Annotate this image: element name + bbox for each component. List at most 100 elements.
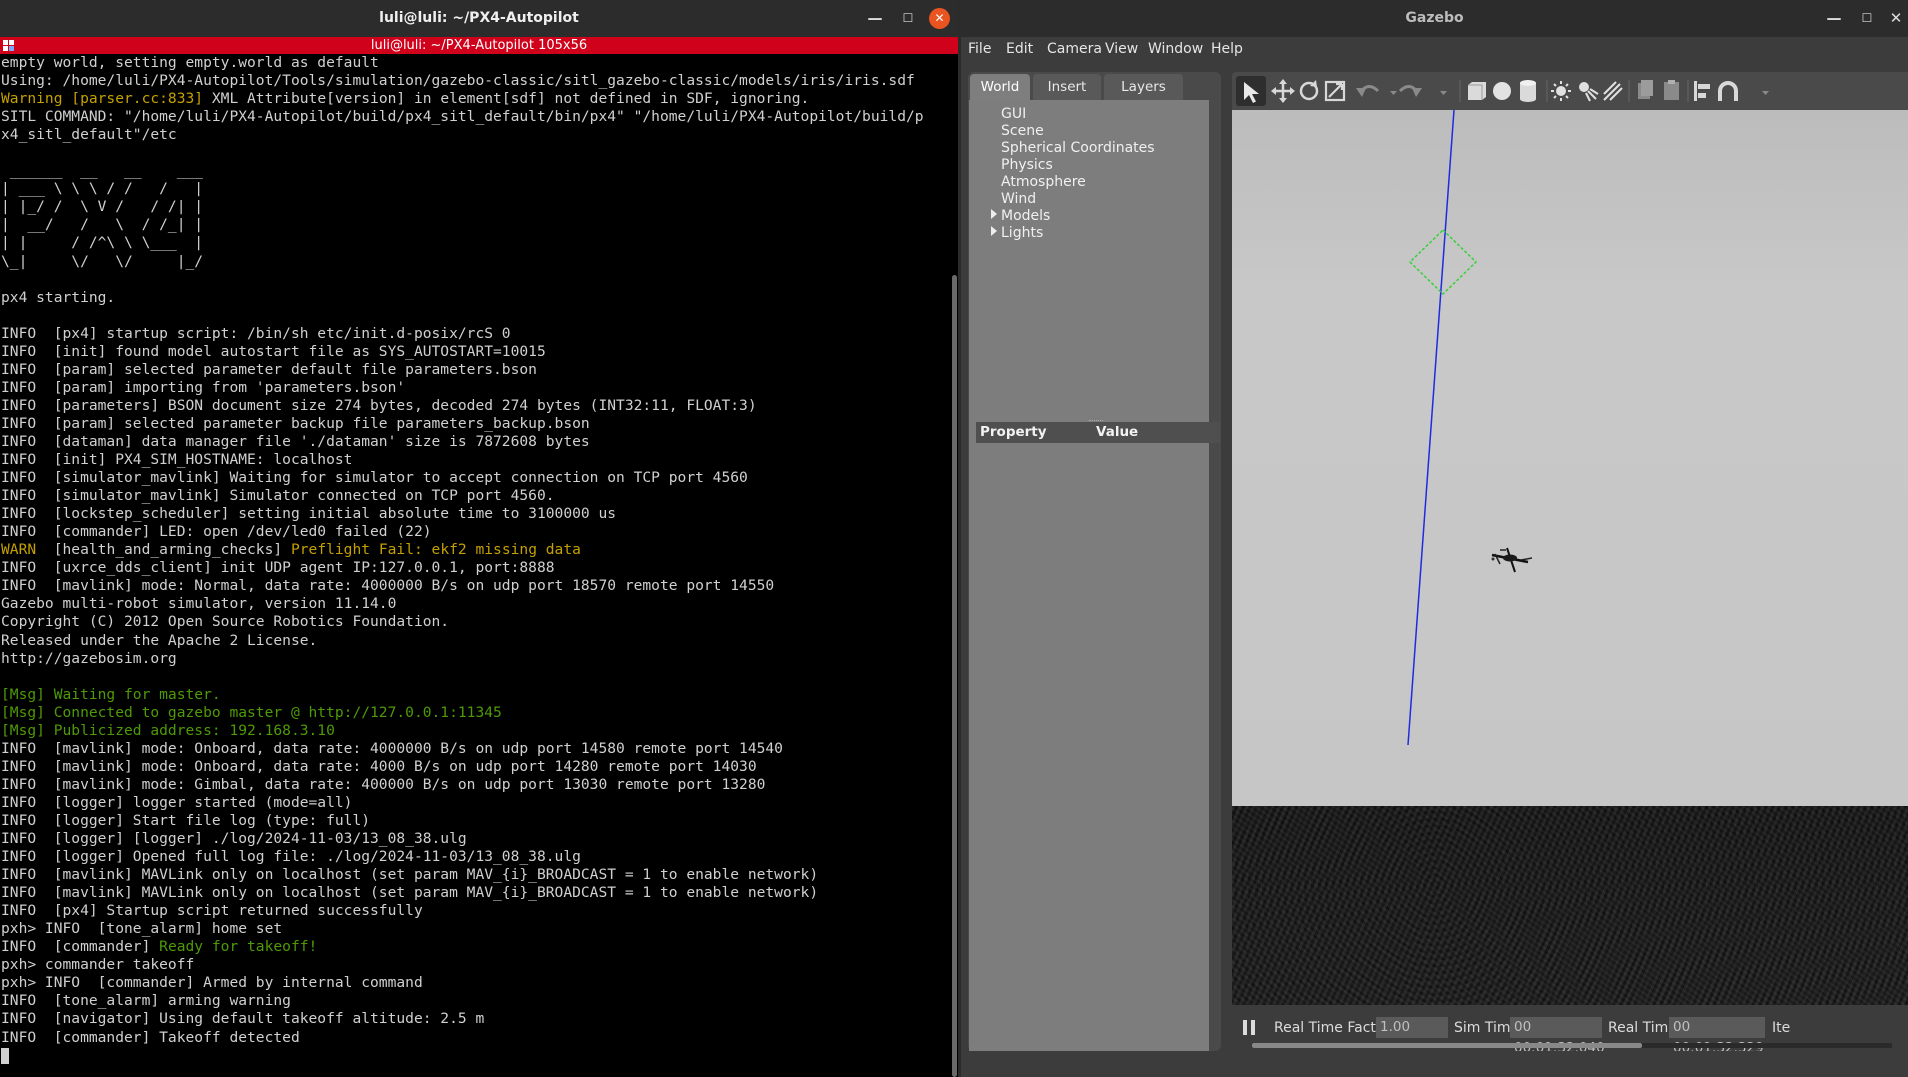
pause-icon[interactable] (1243, 1020, 1257, 1035)
log-text: INFO [mavlink] mode: Onboard, data rate:… (1, 757, 757, 775)
log-text: INFO [logger] logger started (mode=all) (1, 793, 353, 811)
terminal-titlebar[interactable]: luli@luli: ~/PX4-Autopilot — ☐ ✕ (0, 0, 958, 37)
terminal-line: INFO [commander] Ready for takeoff! (1, 938, 945, 956)
log-text: px4 starting. (1, 288, 116, 306)
menu-bar: File Edit Camera View Window Help (961, 37, 1908, 63)
tree-item-atmosphere[interactable]: Atmosphere (1001, 174, 1086, 191)
tree-item-wind[interactable]: Wind (1001, 191, 1036, 208)
tree-item-physics[interactable]: Physics (1001, 157, 1053, 174)
terminal-output[interactable]: empty world, setting empty.world as defa… (1, 54, 945, 1077)
terminal-line: [Msg] Connected to gazebo master @ http:… (1, 704, 945, 722)
menu-file[interactable]: File (968, 41, 991, 57)
gazebo-message: [Msg] Publicized address: 192.168.3.10 (1, 721, 335, 739)
minimize-icon[interactable]: — (862, 0, 888, 37)
terminal-line: Using: /home/luli/PX4-Autopilot/Tools/si… (1, 72, 945, 90)
log-text: INFO [init] PX4_SIM_HOSTNAME: localhost (1, 451, 353, 469)
time-status-bar: Real Time Factor: 1.00 Sim Time: 00 00:0… (1232, 1005, 1908, 1056)
gazebo-message: [Msg] Waiting for master. (1, 685, 221, 703)
log-text: INFO [mavlink] MAVLink only on localhost… (1, 866, 819, 884)
terminal-line: INFO [parameters] BSON document size 274… (1, 397, 945, 415)
scene-viewport[interactable] (1232, 110, 1908, 1005)
box-icon[interactable] (1468, 82, 1486, 100)
terminal-line: pxh> INFO [commander] Armed by internal … (1, 974, 945, 992)
align-icon[interactable] (1694, 81, 1710, 101)
redo-icon[interactable] (1398, 85, 1422, 97)
undo-icon[interactable] (1356, 85, 1380, 97)
minimize-icon[interactable]: — (1821, 0, 1847, 37)
terminal-line: pxh> INFO [tone_alarm] home set (1, 920, 945, 938)
spot-light-icon[interactable] (1579, 82, 1599, 102)
log-text: Copyright (C) 2012 Open Source Robotics … (1, 613, 450, 631)
rotate-icon[interactable] (1299, 80, 1319, 101)
tab-layers[interactable]: Layers (1104, 74, 1183, 100)
terminal-tab-bar[interactable]: luli@luli: ~/PX4-Autopilot 105x56 (0, 37, 958, 54)
world-tree: GUI Scene Spherical Coordinates Physics … (969, 100, 1209, 420)
close-icon[interactable]: ✕ (929, 8, 950, 29)
property-column-header[interactable]: Property (980, 422, 1047, 443)
log-text: INFO [dataman] data manager file './data… (1, 432, 590, 450)
terminal-line: | __/ / \ / /_| | (1, 216, 945, 234)
terminal-line: INFO [mavlink] mode: Onboard, data rate:… (1, 758, 945, 776)
maximize-icon[interactable]: ☐ (895, 0, 921, 37)
terminal-line: [Msg] Waiting for master. (1, 686, 945, 704)
terminal-cursor[interactable] (1, 1047, 9, 1064)
terminal-prompt-line[interactable] (1, 1047, 945, 1065)
menu-camera[interactable]: Camera (1047, 41, 1102, 57)
terminal-line: INFO [logger] [logger] ./log/2024-11-03/… (1, 830, 945, 848)
point-light-icon[interactable] (1551, 81, 1571, 101)
log-text: x4_sitl_default"/etc (1, 126, 177, 144)
menu-window[interactable]: Window (1148, 41, 1203, 57)
sphere-icon[interactable] (1493, 82, 1511, 100)
panel-splitter-handle[interactable] (1089, 420, 1103, 421)
value-column-header[interactable]: Value (1096, 422, 1138, 443)
cylinder-icon[interactable] (1520, 80, 1536, 102)
tab-insert[interactable]: Insert (1033, 74, 1101, 100)
warning-prefix: Warning [parser.cc:833] (1, 90, 204, 108)
paste-icon[interactable] (1664, 80, 1679, 100)
terminal-line: | ___ \ \ \ / / / | (1, 180, 945, 198)
terminal-line: INFO [commander] Takeoff detected (1, 1029, 945, 1047)
scene-overlay (1407, 110, 1533, 746)
tree-item-lights[interactable]: Lights (1001, 225, 1043, 242)
real-time-factor-value: 1.00 (1376, 1017, 1448, 1038)
drone-model[interactable] (1491, 547, 1533, 573)
terminal-title: luli@luli: ~/PX4-Autopilot (379, 10, 579, 26)
undo-dropdown-icon[interactable] (1390, 91, 1397, 95)
terminal-line: x4_sitl_default"/etc (1, 126, 945, 144)
tree-item-models[interactable]: Models (1001, 208, 1050, 225)
terminal-scrollbar-thumb[interactable] (952, 275, 957, 1077)
property-table-header: Property Value (976, 422, 1220, 443)
scale-icon[interactable] (1324, 80, 1346, 102)
tree-item-scene[interactable]: Scene (1001, 123, 1044, 140)
status-scrollbar-thumb[interactable] (1252, 1043, 1642, 1048)
log-text: INFO [param] selected parameter default … (1, 360, 537, 378)
terminal-tab-title: luli@luli: ~/PX4-Autopilot 105x56 (370, 38, 588, 53)
gazebo-titlebar[interactable]: Gazebo — ☐ ✕ (961, 0, 1908, 37)
terminal-line: INFO [mavlink] MAVLink only on localhost… (1, 884, 945, 902)
gazebo-title: Gazebo (1405, 10, 1464, 26)
expand-arrow-icon[interactable] (991, 209, 997, 219)
terminal-line: INFO [dataman] data manager file './data… (1, 433, 945, 451)
translate-icon[interactable] (1271, 79, 1295, 103)
terminal-line: WARN [health_and_arming_checks] Prefligh… (1, 541, 945, 559)
menu-edit[interactable]: Edit (1006, 41, 1033, 57)
copy-icon[interactable] (1638, 80, 1653, 99)
directional-light-icon[interactable] (1603, 81, 1623, 101)
terminal-grid-icon[interactable] (3, 40, 14, 51)
expand-arrow-icon[interactable] (991, 226, 997, 236)
log-text: INFO [param] importing from 'parameters.… (1, 378, 406, 396)
snap-icon[interactable] (1718, 81, 1738, 101)
terminal-line: px4 starting. (1, 289, 945, 307)
maximize-icon[interactable]: ☐ (1854, 0, 1880, 37)
close-icon[interactable]: ✕ (1883, 0, 1908, 37)
menu-help[interactable]: Help (1211, 41, 1243, 57)
log-text: INFO [logger] Opened full log file: ./lo… (1, 848, 581, 866)
toolbar-overflow-icon[interactable] (1762, 91, 1769, 95)
terminal-line: empty world, setting empty.world as defa… (1, 54, 945, 72)
tab-world[interactable]: World (970, 74, 1030, 100)
tree-item-gui[interactable]: GUI (1001, 106, 1026, 123)
menu-view[interactable]: View (1105, 41, 1138, 57)
redo-dropdown-icon[interactable] (1440, 91, 1447, 95)
terminal-line: INFO [simulator_mavlink] Waiting for sim… (1, 469, 945, 487)
tree-item-spherical-coordinates[interactable]: Spherical Coordinates (1001, 140, 1155, 157)
